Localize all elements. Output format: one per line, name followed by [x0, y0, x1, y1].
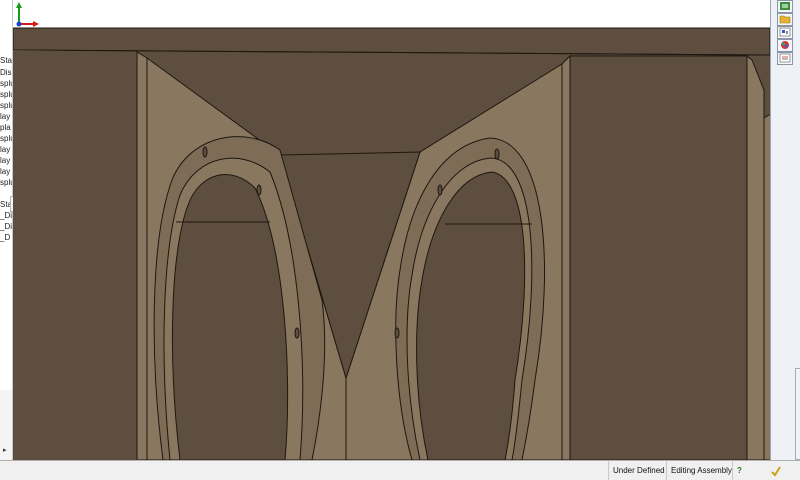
tree-item[interactable]: _Di: [0, 211, 12, 221]
screw-hole: [256, 184, 262, 196]
custom-properties-icon[interactable]: [777, 52, 793, 65]
tree-item[interactable]: splu: [0, 134, 12, 144]
folder-icon[interactable]: [777, 13, 793, 26]
flyout-panel-edge[interactable]: [795, 368, 800, 460]
screw-hole: [294, 327, 300, 339]
app-window: Sta Disp splu splu splu lay pla splu lay…: [0, 0, 800, 480]
task-pane: [770, 0, 800, 460]
right-side-strip: [746, 54, 765, 460]
right-interior-panel: [569, 55, 748, 460]
tree-item[interactable]: splu: [0, 101, 12, 111]
tree-item[interactable]: lay: [0, 167, 10, 177]
screw-hole: [394, 327, 400, 339]
reference-triad-icon: [16, 2, 39, 27]
tree-scrollbar[interactable]: ▸: [0, 390, 12, 460]
rebuild-status-icon[interactable]: [766, 461, 788, 480]
tree-item[interactable]: splu: [0, 178, 12, 188]
status-message: [8, 461, 606, 480]
left-side-panel: [13, 50, 137, 460]
tree-item[interactable]: _Di: [0, 222, 12, 232]
resources-icon[interactable]: [777, 0, 793, 13]
screw-hole: [202, 146, 208, 158]
tree-item[interactable]: Sta: [0, 56, 12, 66]
tree-item[interactable]: _D: [0, 233, 10, 243]
tree-item[interactable]: splu: [0, 90, 12, 100]
editing-mode: Editing Assembly: [666, 461, 733, 480]
status-bar: Under Defined Editing Assembly ?: [0, 460, 800, 480]
feature-manager-tree[interactable]: Sta Disp splu splu splu lay pla splu lay…: [0, 0, 13, 460]
viewport-top-band: [13, 0, 787, 28]
graphics-viewport[interactable]: [13, 0, 787, 460]
screw-hole: [494, 148, 500, 160]
tree-item[interactable]: splu: [0, 79, 12, 89]
help-icon[interactable]: ?: [732, 461, 751, 480]
view-palette-icon[interactable]: [777, 26, 793, 39]
model-view: [13, 0, 787, 460]
screw-hole: [437, 184, 443, 196]
definition-state: Under Defined: [608, 461, 671, 480]
tree-item[interactable]: pla: [0, 123, 11, 133]
scroll-right-arrow-icon[interactable]: ▸: [3, 446, 7, 454]
tree-item[interactable]: lay: [0, 112, 10, 122]
appearance-icon[interactable]: [777, 39, 793, 52]
tree-item[interactable]: lay: [0, 156, 10, 166]
tree-item[interactable]: lay: [0, 145, 10, 155]
tree-item[interactable]: Disp: [0, 68, 12, 78]
